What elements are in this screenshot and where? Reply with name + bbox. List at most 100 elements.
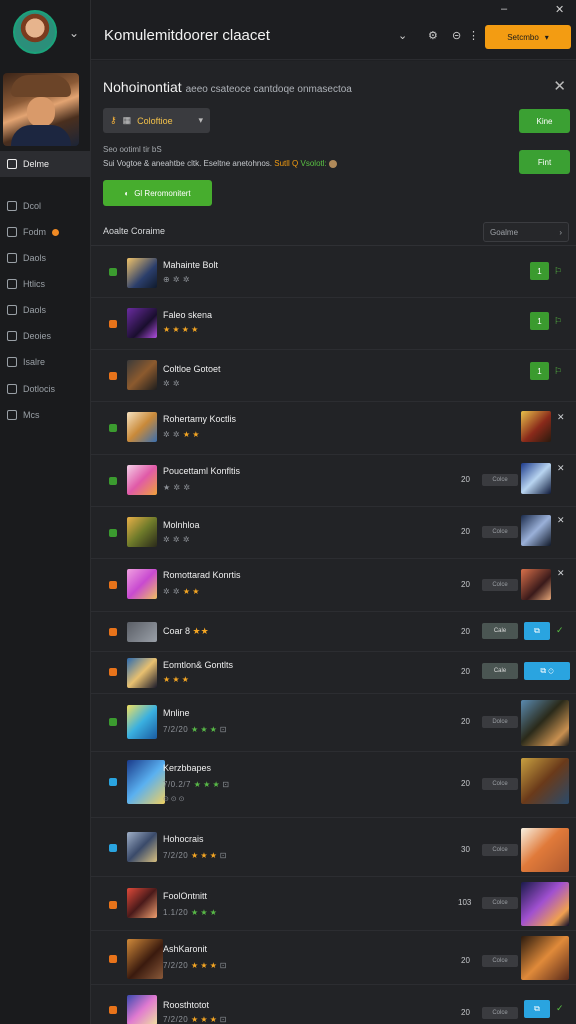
primary-action-button[interactable]: ◐ Gl Reromonitert: [103, 180, 212, 206]
preview-thumbnail[interactable]: [521, 411, 551, 442]
status-pill[interactable]: Colce: [482, 579, 518, 591]
list-item[interactable]: Mnline 7/2/20 ★ ★ ★ ⊡ 20 Dolce: [91, 694, 576, 752]
game-thumbnail: [127, 569, 157, 599]
item-meta: ★ ★ ★: [163, 675, 189, 684]
status-pill[interactable]: Colce: [482, 526, 518, 538]
panel-title-main: Nohoinontiat: [103, 79, 182, 95]
sidebar-item-mcs[interactable]: Mcs: [0, 405, 91, 425]
status-pill[interactable]: Colce: [482, 778, 518, 790]
window-close-button[interactable]: ✕: [555, 3, 564, 16]
item-count: 20: [461, 779, 470, 788]
item-count: 103: [458, 898, 472, 907]
list-item[interactable]: Faleo skena ★ ★ ★ ★ 1 ⚐: [91, 298, 576, 350]
close-icon[interactable]: ✕: [557, 412, 565, 423]
sidebar-item-fodm[interactable]: Fodm: [0, 222, 91, 242]
filter-label: Coloftioe: [137, 115, 173, 126]
list-item[interactable]: FoolOntnitt 1.1/20 ★ ★ ★ 103 Colce: [91, 877, 576, 931]
sidebar-item-isalre[interactable]: Isalre: [0, 352, 91, 372]
preview-thumbnail[interactable]: [521, 463, 551, 494]
profile-icon[interactable]: ⊝: [452, 29, 461, 42]
list-item[interactable]: Rohertamy Koctlis ✲ ✲ ★ ★ ✕: [91, 402, 576, 455]
close-icon[interactable]: ✕: [557, 568, 565, 579]
check-icon[interactable]: ✓: [556, 625, 564, 636]
preview-thumbnail[interactable]: [521, 882, 569, 926]
list-item[interactable]: Coltloe Gotoet ✲ ✲ 1 ⚐: [91, 350, 576, 402]
dropdown-icon[interactable]: ⌄: [398, 29, 407, 42]
sidebar-item-label: Delme: [23, 159, 50, 169]
minimize-button[interactable]: –: [501, 3, 507, 15]
panel-close-icon[interactable]: ✕: [553, 77, 566, 95]
list-item[interactable]: Mahainte Bolt ⊕ ✲ ✲ 1 ⚐: [91, 246, 576, 298]
list-item[interactable]: Coar 8 ★★ 20 Cale ⧉ ✓: [91, 612, 576, 652]
status-pill[interactable]: Cale: [482, 623, 518, 639]
camera-icon: ⊡: [219, 1015, 227, 1024]
preview-thumbnail[interactable]: [521, 515, 551, 546]
star-rating: ★ ★ ★: [190, 908, 217, 917]
list-item[interactable]: Eomtlon& Gontlts ★ ★ ★ 20 Cale ⧉ ⊙: [91, 652, 576, 694]
sidebar-item-daols[interactable]: Daols: [0, 248, 91, 268]
sidebar-item-deoies[interactable]: Deoies: [0, 326, 91, 346]
preview-thumbnail[interactable]: [521, 828, 569, 872]
status-pill[interactable]: Dolce: [482, 716, 518, 728]
status-pill[interactable]: Colce: [482, 844, 518, 856]
game-thumbnail: [127, 412, 157, 442]
count-badge[interactable]: 1: [530, 312, 549, 330]
sidebar-item-dotlocis[interactable]: Dotlocis: [0, 379, 91, 399]
count-badge[interactable]: 1: [530, 362, 549, 380]
item-extra: ⊙ ⊙ ⊙: [163, 796, 185, 803]
status-pill[interactable]: Colce: [482, 955, 518, 967]
list-item[interactable]: Hohocrais 7/2/20 ★ ★ ★ ⊡ 30 Colce: [91, 818, 576, 877]
list-item[interactable]: AshKaronit 7/2/20 ★ ★ ★ ⊡ 20 Colce: [91, 931, 576, 985]
flag-icon[interactable]: ⚐: [554, 266, 562, 277]
item-name-text: Coar 8: [163, 626, 191, 636]
flag-icon[interactable]: ⚐: [554, 316, 562, 327]
copy-button[interactable]: ⧉: [524, 622, 550, 640]
status-marker: [109, 581, 117, 589]
list-item[interactable]: Kerzbbapes 7/0.2/7 ★ ★ ★ ⊡ ⊙ ⊙ ⊙ 20 Colc…: [91, 752, 576, 818]
preview-thumbnail[interactable]: [521, 758, 569, 804]
collapse-icon[interactable]: ⌄: [69, 26, 79, 40]
filter-dropdown[interactable]: ⚷ ▦ Coloftioe ▾: [103, 108, 210, 133]
kine-button[interactable]: Kine: [519, 109, 570, 133]
profile-picture[interactable]: [3, 73, 79, 146]
sidebar-item-dcol[interactable]: Dcol: [0, 196, 91, 216]
item-meta: ★ ✲ ✲: [163, 483, 191, 492]
list-item[interactable]: Molnhloa ✲ ✲ ✲ 20 Colce ✕: [91, 507, 576, 559]
sidebar-item-delme[interactable]: Delme: [0, 151, 91, 177]
more-icon[interactable]: ⋮: [468, 29, 479, 42]
status-pill[interactable]: Colce: [482, 897, 518, 909]
share-button[interactable]: ⧉ ⊙: [524, 662, 570, 680]
count-badge[interactable]: 1: [530, 262, 549, 280]
sort-select[interactable]: Goalme ›: [483, 222, 569, 242]
fint-button[interactable]: Fint: [519, 150, 570, 174]
status-pill[interactable]: Cale: [482, 663, 518, 679]
status-pill[interactable]: Colce: [482, 474, 518, 486]
preview-thumbnail[interactable]: [521, 700, 569, 746]
game-thumbnail: [127, 832, 157, 862]
doc-icon: [7, 305, 17, 315]
star-rating: ★ ★ ★: [193, 780, 220, 789]
list-item[interactable]: Roosthtotot 7/2/20 ★ ★ ★ ⊡ 20 Colce ⧉ ✓: [91, 985, 576, 1024]
copy-button[interactable]: ⧉: [524, 1000, 550, 1018]
check-icon[interactable]: ✓: [556, 1003, 564, 1014]
status-pill[interactable]: Colce: [482, 1007, 518, 1019]
app-logo-avatar[interactable]: [13, 10, 57, 54]
preview-thumbnail[interactable]: [521, 569, 551, 600]
profile-face-shape: [27, 97, 55, 127]
item-count: 20: [461, 717, 470, 726]
item-meta: ✲ ✲ ★ ★: [163, 430, 199, 439]
sidebar-item-daols-2[interactable]: Daols: [0, 300, 91, 320]
close-icon[interactable]: ✕: [557, 515, 565, 526]
list-item[interactable]: Poucettaml Konfltis ★ ✲ ✲ 20 Colce ✕: [91, 455, 576, 507]
sidebar-item-htlics[interactable]: Htlics: [0, 274, 91, 294]
close-icon[interactable]: ✕: [557, 463, 565, 474]
flag-icon[interactable]: ⚐: [554, 366, 562, 377]
item-meta: 7/2/20 ★ ★ ★ ⊡: [163, 851, 227, 860]
list-item[interactable]: Romottarad Konrtis ✲ ✲ ★ ★ 20 Colce ✕: [91, 559, 576, 612]
status-marker: [109, 372, 117, 380]
preview-thumbnail[interactable]: [521, 936, 569, 980]
settings-icon[interactable]: ⚙: [428, 29, 438, 42]
profile-hat-shape: [11, 75, 71, 97]
game-thumbnail: [127, 939, 163, 979]
top-action-button[interactable]: Setcmbo ▾: [485, 25, 571, 49]
